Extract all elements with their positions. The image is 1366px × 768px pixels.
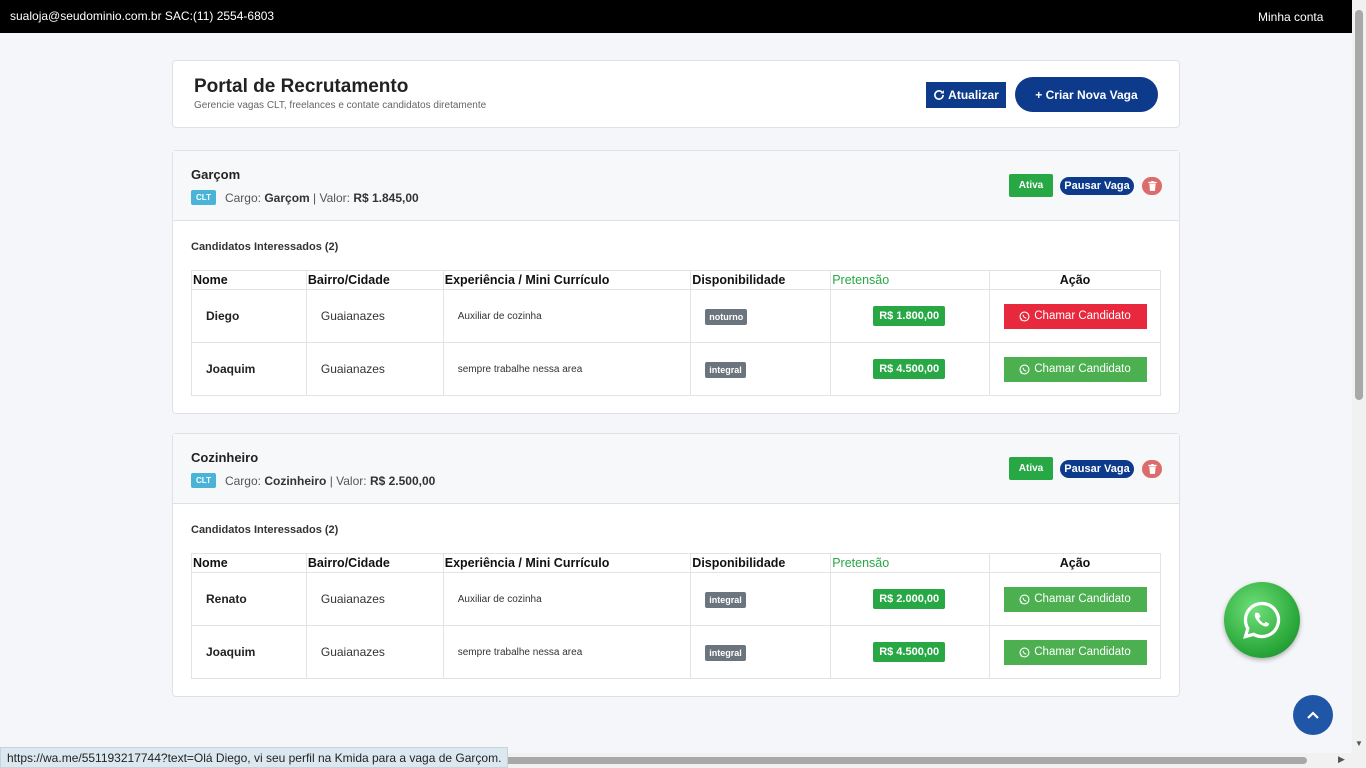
- pretension-badge: R$ 4.500,00: [873, 642, 946, 662]
- scroll-right-arrow[interactable]: ▶: [1338, 754, 1345, 765]
- job-type-badge: CLT: [191, 190, 216, 205]
- candidate-name: Joaquim: [191, 342, 307, 396]
- availability-badge: integral: [705, 592, 746, 608]
- candidate-experience: Auxiliar de cozinha: [442, 289, 692, 343]
- call-candidate-button[interactable]: Chamar Candidato: [1003, 356, 1147, 382]
- pretension-badge: R$ 4.500,00: [873, 359, 946, 379]
- delete-job-button[interactable]: [1142, 460, 1162, 478]
- availability-badge: integral: [705, 645, 746, 661]
- pretension-badge: R$ 1.800,00: [873, 306, 946, 326]
- vertical-scrollbar[interactable]: ▼: [1352, 0, 1366, 768]
- candidate-city: Guaianazes: [305, 572, 444, 626]
- trash-icon: [1147, 464, 1157, 474]
- create-job-button[interactable]: + Criar Nova Vaga: [1015, 77, 1158, 112]
- whatsapp-icon: [1019, 646, 1030, 658]
- table-row: Joaquim Guaianazes sempre trabalhe nessa…: [191, 625, 1161, 679]
- pretension-badge: R$ 2.000,00: [873, 589, 946, 609]
- candidate-city: Guaianazes: [305, 625, 444, 679]
- scroll-down-arrow[interactable]: ▼: [1355, 739, 1363, 748]
- job-type-badge: CLT: [191, 473, 216, 488]
- vertical-scrollbar-thumb[interactable]: [1355, 10, 1363, 400]
- table-header-row: Nome Bairro/Cidade Experiência / Mini Cu…: [191, 553, 1161, 573]
- candidate-experience: sempre trabalhe nessa area: [442, 342, 692, 396]
- trash-icon: [1147, 181, 1157, 191]
- column-header: Experiência / Mini Currículo: [442, 270, 692, 290]
- whatsapp-icon: [1243, 601, 1281, 639]
- candidate-name: Renato: [191, 572, 307, 626]
- store-contact: sualoja@seudominio.com.br SAC:(11) 2554-…: [10, 9, 275, 23]
- availability-badge: integral: [705, 362, 746, 378]
- candidate-city: Guaianazes: [305, 289, 444, 343]
- table-row: Diego Guaianazes Auxiliar de cozinha not…: [191, 289, 1161, 343]
- column-header: Disponibilidade: [690, 270, 832, 290]
- call-candidate-button[interactable]: Chamar Candidato: [1003, 586, 1147, 612]
- status-badge: Ativa: [1009, 457, 1053, 480]
- refresh-label: Atualizar: [948, 88, 999, 102]
- recruitment-page: Portal de Recrutamento Gerencie vagas CL…: [172, 60, 1180, 697]
- candidates-title: Candidatos Interessados (2): [191, 524, 339, 536]
- top-bar: sualoja@seudominio.com.br SAC:(11) 2554-…: [0, 0, 1352, 33]
- column-header: Ação: [989, 553, 1161, 573]
- refresh-button[interactable]: Atualizar: [926, 82, 1006, 108]
- page-header: Portal de Recrutamento Gerencie vagas CL…: [172, 60, 1180, 128]
- candidate-experience: sempre trabalhe nessa area: [442, 625, 692, 679]
- column-header: Experiência / Mini Currículo: [442, 553, 692, 573]
- back-to-top-button[interactable]: [1293, 695, 1333, 735]
- call-candidate-button[interactable]: Chamar Candidato: [1003, 639, 1147, 665]
- job-header: Cozinheiro CLT Cargo: Cozinheiro | Valor…: [173, 434, 1179, 504]
- job-header: Garçom CLT Cargo: Garçom | Valor: R$ 1.8…: [173, 151, 1179, 221]
- column-header: Bairro/Cidade: [305, 270, 444, 290]
- call-candidate-button[interactable]: Chamar Candidato: [1003, 303, 1147, 329]
- job-card: Garçom CLT Cargo: Garçom | Valor: R$ 1.8…: [172, 150, 1180, 414]
- horizontal-scrollbar-thumb[interactable]: [500, 757, 1307, 764]
- candidates-table: Nome Bairro/Cidade Experiência / Mini Cu…: [191, 553, 1161, 679]
- candidates-table: Nome Bairro/Cidade Experiência / Mini Cu…: [191, 270, 1161, 396]
- column-header: Nome: [191, 270, 307, 290]
- candidates-title: Candidatos Interessados (2): [191, 241, 339, 253]
- job-title: Cozinheiro: [191, 450, 259, 465]
- table-row: Joaquim Guaianazes sempre trabalhe nessa…: [191, 342, 1161, 396]
- whatsapp-icon: [1019, 363, 1030, 375]
- job-meta: CLT Cargo: Cozinheiro | Valor: R$ 2.500,…: [191, 473, 435, 488]
- whatsapp-icon: [1019, 593, 1030, 605]
- table-row: Renato Guaianazes Auxiliar de cozinha in…: [191, 572, 1161, 626]
- candidate-experience: Auxiliar de cozinha: [442, 572, 692, 626]
- page-subtitle: Gerencie vagas CLT, freelances e contate…: [194, 100, 487, 111]
- job-details: Cargo: Garçom | Valor: R$ 1.845,00: [224, 190, 419, 205]
- job-card: Cozinheiro CLT Cargo: Cozinheiro | Valor…: [172, 433, 1180, 697]
- refresh-icon: [934, 90, 945, 100]
- candidate-name: Diego: [191, 289, 307, 343]
- availability-badge: noturno: [705, 309, 748, 325]
- column-header: Nome: [191, 553, 307, 573]
- delete-job-button[interactable]: [1142, 177, 1162, 195]
- chevron-up-icon: [1307, 711, 1319, 719]
- my-account-link[interactable]: Minha conta: [1258, 10, 1323, 24]
- candidate-city: Guaianazes: [305, 342, 444, 396]
- column-header: Ação: [989, 270, 1161, 290]
- column-header: Pretensão: [830, 270, 991, 290]
- candidate-name: Joaquim: [191, 625, 307, 679]
- pause-job-button[interactable]: Pausar Vaga: [1060, 177, 1134, 195]
- column-header: Bairro/Cidade: [305, 553, 444, 573]
- page-title: Portal de Recrutamento: [194, 76, 409, 97]
- link-status-bar: https://wa.me/551193217744?text=Olá Dieg…: [0, 747, 509, 768]
- job-title: Garçom: [191, 167, 241, 182]
- job-meta: CLT Cargo: Garçom | Valor: R$ 1.845,00: [191, 190, 419, 205]
- pause-job-button[interactable]: Pausar Vaga: [1060, 460, 1134, 478]
- whatsapp-float-button[interactable]: [1224, 582, 1300, 658]
- column-header: Pretensão: [830, 553, 991, 573]
- whatsapp-icon: [1019, 310, 1030, 322]
- column-header: Disponibilidade: [690, 553, 832, 573]
- table-header-row: Nome Bairro/Cidade Experiência / Mini Cu…: [191, 270, 1161, 290]
- job-details: Cargo: Cozinheiro | Valor: R$ 2.500,00: [224, 473, 436, 488]
- status-badge: Ativa: [1009, 174, 1053, 197]
